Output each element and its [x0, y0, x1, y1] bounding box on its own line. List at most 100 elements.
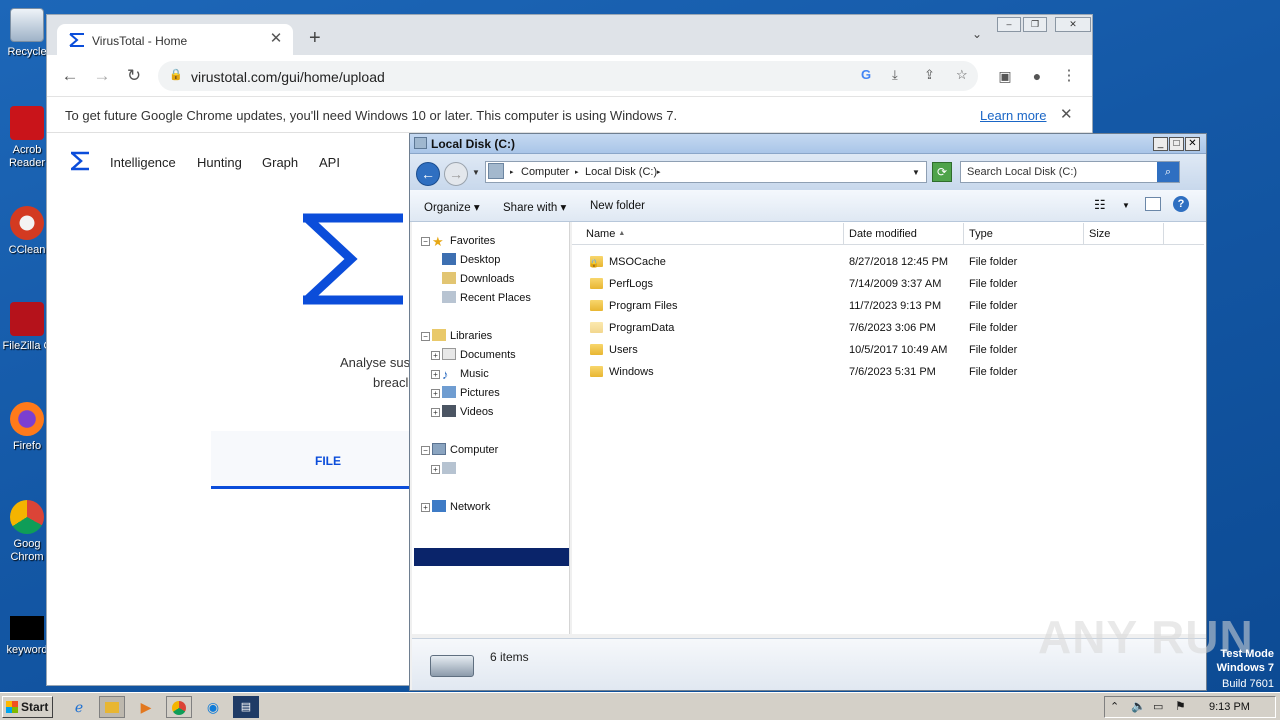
media-player-taskbar-icon[interactable]: ▶: [133, 696, 159, 718]
file-date: 10/5/2017 10:49 AM: [849, 344, 948, 356]
app-taskbar-icon[interactable]: ▤: [233, 696, 259, 718]
help-icon[interactable]: ?: [1173, 196, 1189, 212]
infobar-close-icon[interactable]: ✕: [1060, 105, 1073, 123]
tab-search-chevron-icon[interactable]: ⌄: [972, 27, 982, 41]
view-options-icon[interactable]: ☷: [1094, 197, 1106, 213]
tree-computer[interactable]: Computer: [432, 442, 498, 459]
virustotal-logo-icon[interactable]: [69, 151, 91, 171]
desktop-icon-ccleaner[interactable]: CClean: [2, 206, 52, 257]
organize-button[interactable]: Organize ▾: [424, 200, 480, 214]
back-arrow-icon[interactable]: ←: [59, 65, 81, 87]
search-icon[interactable]: ⌕: [1157, 162, 1179, 182]
explorer-maximize-button[interactable]: □: [1169, 137, 1184, 151]
edge-taskbar-icon[interactable]: ◉: [200, 696, 226, 718]
file-row[interactable]: PerfLogs 7/14/2009 3:37 AM File folder: [572, 273, 1204, 295]
file-row[interactable]: Program Files 11/7/2023 9:13 PM File fol…: [572, 295, 1204, 317]
restore-button[interactable]: ❐: [1023, 17, 1047, 32]
explorer-minimize-button[interactable]: _: [1153, 137, 1168, 151]
nav-api-link[interactable]: API: [319, 155, 340, 170]
expand-documents-icon[interactable]: +: [431, 351, 440, 360]
forward-button-icon[interactable]: →: [444, 162, 468, 186]
profile-avatar-icon[interactable]: ●: [1026, 65, 1048, 87]
desktop-icon-acrobat[interactable]: Acrob Reader: [2, 106, 52, 170]
view-dropdown-icon[interactable]: ▼: [1122, 201, 1130, 210]
tree-libraries[interactable]: Libraries: [432, 328, 492, 345]
start-button[interactable]: Start: [2, 696, 53, 718]
tree-local-disk[interactable]: Local Disk (C:): [442, 461, 532, 478]
tree-documents[interactable]: Documents: [442, 347, 516, 364]
column-header-date[interactable]: Date modified: [844, 223, 964, 245]
menu-kebab-icon[interactable]: ⋮: [1058, 65, 1080, 87]
expand-pictures-icon[interactable]: +: [431, 389, 440, 398]
tree-favorites[interactable]: ★ Favorites: [432, 233, 495, 250]
refresh-icon[interactable]: ⟳: [932, 162, 952, 182]
desktop-icon-filezilla[interactable]: FileZilla C: [2, 302, 52, 353]
collapse-favorites-icon[interactable]: −: [421, 237, 430, 246]
tree-videos[interactable]: Videos: [442, 404, 493, 421]
expand-videos-icon[interactable]: +: [431, 408, 440, 417]
address-bar[interactable]: 🔒 virustotal.com/gui/home/upload G ⤓ ⇪ ☆: [158, 61, 978, 91]
file-row[interactable]: Windows 7/6/2023 5:31 PM File folder: [572, 361, 1204, 383]
clock[interactable]: 9:13 PM: [1209, 701, 1250, 713]
google-lens-icon[interactable]: G: [861, 67, 871, 82]
column-header-name[interactable]: Name ▲: [572, 223, 844, 245]
nav-intelligence-link[interactable]: Intelligence: [110, 155, 176, 170]
desktop-icon-label: Acrob Reader: [8, 144, 46, 169]
action-center-flag-icon[interactable]: ⚑: [1175, 699, 1186, 713]
chrome-taskbar-icon[interactable]: [166, 696, 192, 718]
desktop-icon-firefox[interactable]: Firefo: [2, 402, 52, 453]
learn-more-link[interactable]: Learn more: [980, 108, 1046, 123]
address-dropdown-icon[interactable]: ▼: [912, 168, 920, 177]
file-row[interactable]: Users 10/5/2017 10:49 AM File folder: [572, 339, 1204, 361]
install-app-icon[interactable]: ⤓: [892, 67, 898, 83]
explorer-close-button[interactable]: ✕: [1185, 137, 1200, 151]
forward-arrow-icon[interactable]: →: [91, 65, 113, 87]
nav-hunting-link[interactable]: Hunting: [197, 155, 242, 170]
recent-pages-chevron-icon[interactable]: ▼: [472, 168, 480, 177]
navigation-pane: − ★ Favorites Desktop Downloads Recent Pl…: [412, 222, 570, 634]
collapse-libraries-icon[interactable]: −: [421, 332, 430, 341]
desktop-icon-keyword[interactable]: keyword: [2, 616, 52, 657]
breadcrumb-local-disk[interactable]: Local Disk (C:): [585, 166, 657, 178]
tree-downloads[interactable]: Downloads: [442, 271, 514, 288]
collapse-computer-icon[interactable]: −: [421, 446, 430, 455]
tab-file[interactable]: FILE: [211, 431, 431, 489]
explorer-taskbar-icon[interactable]: [99, 696, 125, 718]
virustotal-favicon-icon: [69, 33, 84, 47]
volume-icon[interactable]: 🔈: [1131, 699, 1146, 713]
expand-local-disk-icon[interactable]: +: [431, 465, 440, 474]
column-header-type[interactable]: Type: [964, 223, 1084, 245]
new-tab-button[interactable]: +: [309, 27, 321, 50]
share-icon[interactable]: ⇪: [924, 67, 935, 83]
new-folder-button[interactable]: New folder: [590, 200, 645, 212]
file-row[interactable]: ProgramData 7/6/2023 3:06 PM File folder: [572, 317, 1204, 339]
explorer-search-input[interactable]: Search Local Disk (C:) ⌕: [960, 161, 1180, 183]
column-header-size[interactable]: Size: [1084, 223, 1164, 245]
tree-music[interactable]: ♪ Music: [442, 366, 489, 383]
tree-recent-places[interactable]: Recent Places: [442, 290, 531, 307]
ie-taskbar-icon[interactable]: ℯ: [66, 696, 92, 718]
breadcrumb-computer[interactable]: Computer: [521, 166, 569, 178]
reload-icon[interactable]: ↻: [123, 65, 145, 87]
show-hidden-icons-icon[interactable]: ⌃: [1110, 700, 1119, 713]
minimize-button[interactable]: –: [997, 17, 1021, 32]
desktop-icon-recycle-bin[interactable]: Recycle: [2, 8, 52, 59]
tree-network[interactable]: Network: [432, 499, 490, 516]
share-with-button[interactable]: Share with ▾: [503, 200, 566, 214]
back-button-icon[interactable]: ←: [416, 162, 440, 186]
preview-pane-icon[interactable]: [1145, 197, 1161, 211]
desktop-icon-chrome[interactable]: Goog Chrom: [2, 500, 52, 564]
explorer-address-bar[interactable]: ▸ Computer ▸ Local Disk (C:) ▸ ▼: [485, 161, 927, 183]
tree-pictures[interactable]: Pictures: [442, 385, 500, 402]
file-row[interactable]: 🔒 MSOCache 8/27/2018 12:45 PM File folde…: [572, 251, 1204, 273]
expand-network-icon[interactable]: +: [421, 503, 430, 512]
network-tray-icon[interactable]: ▭: [1153, 700, 1163, 713]
close-window-button[interactable]: ✕: [1055, 17, 1091, 32]
tab-close-icon[interactable]: ✕: [267, 30, 285, 48]
expand-music-icon[interactable]: +: [431, 370, 440, 379]
nav-graph-link[interactable]: Graph: [262, 155, 298, 170]
tree-desktop[interactable]: Desktop: [442, 252, 500, 269]
bookmark-star-icon[interactable]: ☆: [956, 67, 968, 83]
tab-virustotal[interactable]: VirusTotal - Home ✕: [57, 24, 293, 55]
side-panel-icon[interactable]: ▣: [994, 65, 1016, 87]
